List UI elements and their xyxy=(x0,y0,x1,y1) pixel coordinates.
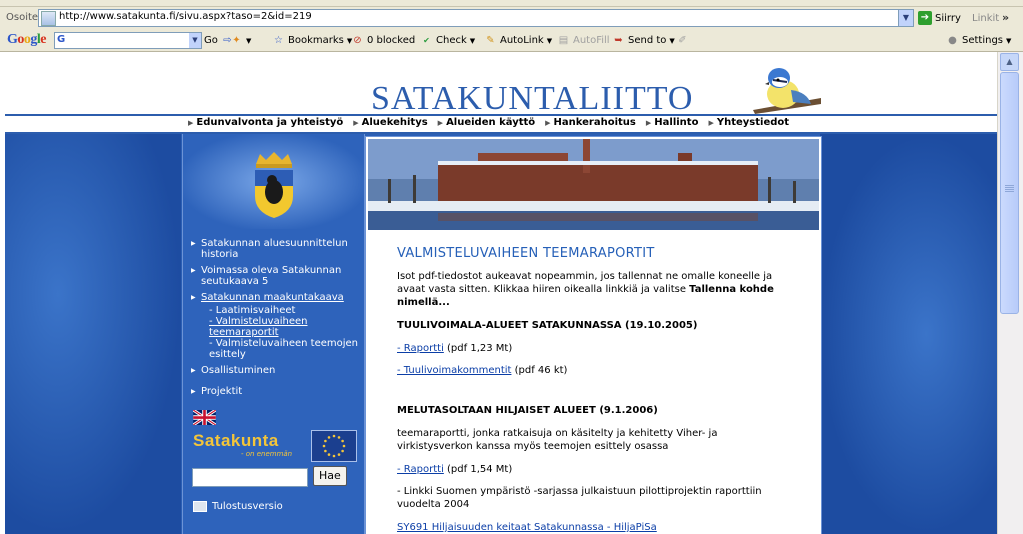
scroll-thumb[interactable] xyxy=(1000,72,1019,314)
nav-item-hankerahoitus[interactable]: ▶ Hankerahoitus xyxy=(545,117,636,128)
sidebar: ▶ Satakunnan aluesuunnittelun historia ▶ V… xyxy=(182,134,365,534)
vertical-scrollbar[interactable]: ▲ xyxy=(997,52,1023,534)
send-icon: ➥ xyxy=(614,35,623,46)
download-row: - Raportti (pdf 1,23 Mt) xyxy=(397,342,787,355)
sidebar-submenu: - Laatimisvaiheet - Valmisteluvaiheen te… xyxy=(191,305,359,360)
go-arrow-icon: ➔ xyxy=(918,11,932,25)
bluetit-bird-image xyxy=(753,68,821,114)
sidebar-subitem-laatimisvaiheet[interactable]: - Laatimisvaiheet xyxy=(209,305,359,316)
main-navigation: ▶ Edunvalvonta ja yhteistyö ▶ Aluekehitys … xyxy=(5,114,997,134)
star-icon: ☆ xyxy=(274,35,283,46)
section-title-hiljaiset: MELUTASOLTAAN HILJAISET ALUEET (9.1.2006… xyxy=(397,405,658,416)
nav-item-alueiden-kaytto[interactable]: ▶ Alueiden käyttö xyxy=(438,117,535,128)
file-size: (pdf 46 kt) xyxy=(514,365,568,376)
blocked-icon: ⊘ xyxy=(353,35,362,46)
coat-of-arms-icon xyxy=(255,152,293,218)
search-button[interactable]: Hae xyxy=(313,466,347,486)
spellcheck-icon: ✔ xyxy=(423,36,430,45)
go-button[interactable]: ➔ Siirry xyxy=(918,10,961,26)
url-text[interactable]: http://www.satakunta.fi/sivu.aspx?taso=2… xyxy=(59,11,312,22)
satakunta-brand-logo[interactable]: Satakunta xyxy=(193,431,279,451)
popup-blocker-button[interactable]: ⊘ 0 blocked xyxy=(351,34,415,47)
sidebar-subitem-teemaraportit[interactable]: - Valmisteluvaiheen teemaraportit xyxy=(209,316,359,338)
marker-icon: ✐ xyxy=(678,35,687,46)
section-note: - Linkki Suomen ympäristö -sarjassa julk… xyxy=(397,486,762,510)
settings-button[interactable]: ● Settings ▼ xyxy=(946,34,1011,47)
autofill-icon: ▤ xyxy=(558,35,569,46)
nav-item-hallinto[interactable]: ▶ Hallinto xyxy=(646,117,699,128)
spellcheck-button[interactable]: ✔ Check ▼ xyxy=(420,34,475,47)
uk-flag-icon[interactable] xyxy=(193,410,216,425)
bookmarks-button[interactable]: ☆ Bookmarks ▼ xyxy=(272,34,352,47)
address-label: Osoite xyxy=(6,12,39,23)
google-g-icon: G xyxy=(57,34,66,45)
tuulivoimakommentit-link[interactable]: - Tuulivoimakommentit xyxy=(397,365,511,376)
site-title[interactable]: SATAKUNTALIITTO xyxy=(371,82,693,116)
address-bar: Osoite http://www.satakunta.fi/sivu.aspx… xyxy=(0,7,1023,30)
file-size: (pdf 1,23 Mt) xyxy=(447,343,513,354)
printer-icon xyxy=(193,501,207,512)
file-size: (pdf 1,54 Mt) xyxy=(447,464,513,475)
section-description: teemaraportti, jonka ratkaisuja on käsit… xyxy=(397,428,718,452)
puzzle-icon: ✦ xyxy=(232,35,241,46)
background-right xyxy=(820,134,997,534)
autolink-button[interactable]: ✎ AutoLink ▼ xyxy=(484,34,552,47)
eu-flag-icon[interactable] xyxy=(311,430,357,462)
google-logo[interactable]: Google xyxy=(7,32,46,48)
intro-text: Isot pdf-tiedostot aukeavat nopeammin, j… xyxy=(397,271,774,308)
nav-item-aluekehitys[interactable]: ▶ Aluekehitys xyxy=(353,117,427,128)
autofill-button[interactable]: ▤ AutoFill xyxy=(557,34,610,47)
search-dropdown-icon[interactable]: ▼ xyxy=(189,33,201,48)
highlight-button[interactable]: ✐ xyxy=(676,34,689,47)
download-row: - Raportti (pdf 1,54 Mt) xyxy=(397,463,787,476)
window-top-strip xyxy=(0,0,1023,7)
site-search-input[interactable] xyxy=(192,468,308,487)
background-left xyxy=(5,134,181,534)
main-content: VALMISTELUVAIHEEN TEEMARAPORTIT Isot pdf… xyxy=(365,136,822,534)
sidebar-item-projektit[interactable]: ▶ Projektit xyxy=(191,386,359,397)
raportti-link-2[interactable]: - Raportti xyxy=(397,464,444,475)
sidebar-item-seutukaava[interactable]: ▶ Voimassa oleva Satakunnan seutukaava 5 xyxy=(191,265,359,287)
send-to-button[interactable]: ➥ Send to ▼ xyxy=(612,34,675,47)
sidebar-menu: ▶ Satakunnan aluesuunnittelun historia ▶ V… xyxy=(191,238,359,402)
article: VALMISTELUVAIHEEN TEEMARAPORTIT Isot pdf… xyxy=(397,247,787,534)
go-label: Siirry xyxy=(935,12,961,24)
site-header: SATAKUNTALIITTO xyxy=(5,52,997,116)
chevron-down-icon: ▼ xyxy=(246,36,252,45)
toolbar-overflow-icon[interactable]: » xyxy=(1002,11,1009,24)
nav-item-edunvalvonta[interactable]: ▶ Edunvalvonta ja yhteistyö xyxy=(188,117,343,128)
wand-icon: ✎ xyxy=(486,35,495,46)
sidebar-item-maakuntakaava[interactable]: ▶ Satakunnan maakuntakaava xyxy=(191,292,359,303)
raportti-link-1[interactable]: - Raportti xyxy=(397,343,444,354)
section-title-tuulivoima: TUULIVOIMALA-ALUEET SATAKUNNASSA (19.10.… xyxy=(397,320,698,331)
settings-icon: ● xyxy=(948,35,957,46)
extras-button[interactable]: ✦ ▼ xyxy=(230,34,251,47)
page-icon xyxy=(41,11,56,26)
print-version-link[interactable]: Tulostusversio xyxy=(193,501,283,512)
print-label: Tulostusversio xyxy=(212,501,283,512)
url-field[interactable]: http://www.satakunta.fi/sivu.aspx?taso=2… xyxy=(38,9,914,27)
brand-slogan: - on enemmän xyxy=(241,450,293,458)
nav-item-yhteystiedot[interactable]: ▶ Yhteystiedot xyxy=(708,117,789,128)
sidebar-item-osallistuminen[interactable]: ▶ Osallistuminen xyxy=(191,365,359,376)
google-search-input[interactable]: G ▼ xyxy=(54,32,202,49)
links-label[interactable]: Linkit xyxy=(972,13,999,24)
hiljapisa-link[interactable]: SY691 Hiljaisuuden keitaat Satakunnassa … xyxy=(397,522,657,533)
web-page: SATAKUNTALIITTO ▶ Edunvalvonta ja yhteist… xyxy=(5,52,997,534)
url-dropdown-icon[interactable]: ▼ xyxy=(898,10,913,26)
crest-area xyxy=(183,134,364,229)
google-toolbar: Google G ▼ Go ⇨ ✦ ▼ ☆ Bookmarks ▼ ⊘ 0 blocked… xyxy=(0,29,1023,52)
scroll-up-icon[interactable]: ▲ xyxy=(1000,53,1019,71)
download-row: - Tuulivoimakommentit (pdf 46 kt) xyxy=(397,364,787,377)
sidebar-subitem-teemojen-esittely[interactable]: - Valmisteluvaiheen teemojen esittely xyxy=(209,338,359,360)
page-title: VALMISTELUVAIHEEN TEEMARAPORTIT xyxy=(397,246,655,261)
sidebar-item-historia[interactable]: ▶ Satakunnan aluesuunnittelun historia xyxy=(191,238,359,260)
factory-photo-image xyxy=(368,139,819,230)
